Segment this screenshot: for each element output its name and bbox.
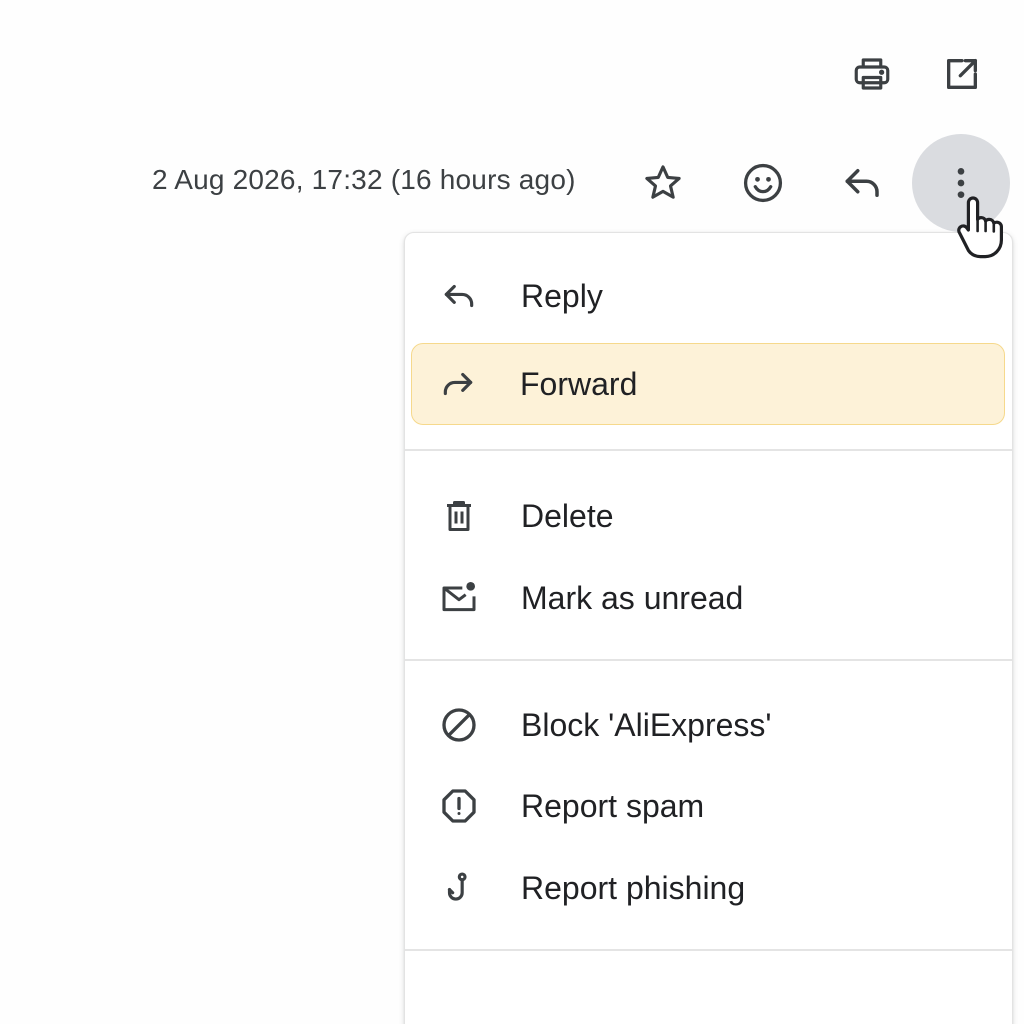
menu-item-label: Report spam: [521, 787, 705, 824]
print-icon: [854, 58, 890, 90]
menu-item-report-spam[interactable]: Report spam: [411, 765, 1005, 847]
print-button[interactable]: [842, 44, 902, 104]
menu-item-block-sender[interactable]: Block 'AliExpress': [411, 684, 1005, 766]
more-options-menu: Reply Forward Delete Mark as unread Bloc…: [404, 232, 1013, 1024]
menu-item-reply[interactable]: Reply: [411, 255, 1005, 337]
menu-item-report-phishing[interactable]: Report phishing: [411, 847, 1005, 929]
menu-divider: [405, 449, 1012, 451]
hand-cursor-icon: [957, 196, 1003, 259]
reply-icon: [439, 276, 479, 316]
menu-item-label: Block 'AliExpress': [521, 706, 772, 743]
menu-item-label: Delete: [521, 497, 614, 534]
emoji-icon: [743, 163, 783, 203]
menu-divider: [405, 659, 1012, 661]
menu-item-label: Forward: [520, 365, 638, 402]
open-in-new-window-button[interactable]: [932, 44, 992, 104]
report-spam-icon: [439, 786, 479, 826]
block-icon: [439, 705, 479, 745]
menu-item-label: Report phishing: [521, 869, 746, 906]
star-icon: [645, 165, 681, 199]
menu-item-delete[interactable]: Delete: [411, 475, 1005, 557]
add-reaction-button[interactable]: [733, 153, 793, 213]
trash-icon: [439, 496, 479, 536]
menu-item-forward[interactable]: Forward: [411, 343, 1005, 425]
menu-item-label: Mark as unread: [521, 579, 744, 616]
open-in-new-icon: [947, 59, 977, 90]
menu-item-label: Reply: [521, 277, 603, 314]
forward-icon: [438, 364, 478, 404]
mark-unread-icon: [439, 578, 479, 618]
menu-divider: [405, 949, 1012, 951]
message-timestamp: 2 Aug 2026, 17:32 (16 hours ago): [152, 164, 576, 195]
phishing-hook-icon: [439, 868, 479, 908]
reply-icon: [845, 169, 879, 197]
menu-item-mark-as-unread[interactable]: Mark as unread: [411, 557, 1005, 639]
email-view: 2 Aug 2026, 17:32 (16 hours ago) Reply F…: [0, 0, 1024, 1024]
star-button[interactable]: [633, 153, 693, 213]
reply-button[interactable]: [833, 153, 893, 213]
